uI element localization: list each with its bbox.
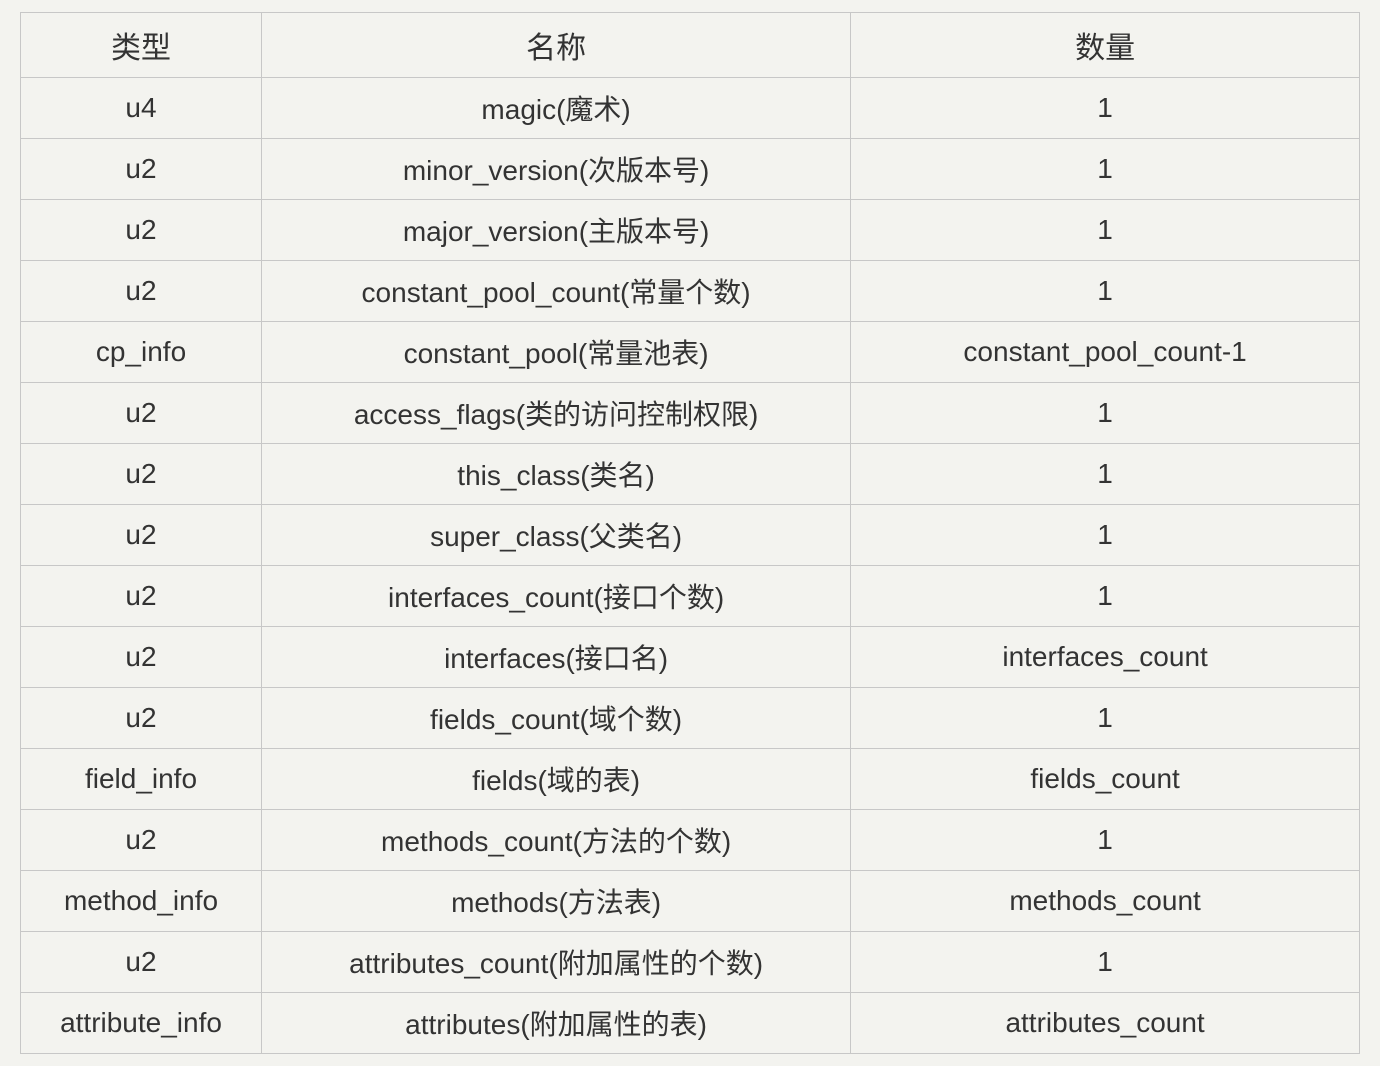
cell-count: methods_count [851, 871, 1360, 932]
table-row: u2 this_class(类名) 1 [21, 444, 1360, 505]
cell-count: 1 [851, 200, 1360, 261]
table-row: u2 minor_version(次版本号) 1 [21, 139, 1360, 200]
cell-count: attributes_count [851, 993, 1360, 1054]
cell-count: 1 [851, 505, 1360, 566]
table-row: u2 fields_count(域个数) 1 [21, 688, 1360, 749]
cell-count: 1 [851, 932, 1360, 993]
cell-name: minor_version(次版本号) [262, 139, 851, 200]
cell-type: field_info [21, 749, 262, 810]
cell-type: u2 [21, 383, 262, 444]
table-row: u2 access_flags(类的访问控制权限) 1 [21, 383, 1360, 444]
classfile-structure-table: 类型 名称 数量 u4 magic(魔术) 1 u2 minor_version… [20, 12, 1360, 1054]
cell-type: u2 [21, 566, 262, 627]
table-row: method_info methods(方法表) methods_count [21, 871, 1360, 932]
header-type: 类型 [21, 13, 262, 78]
table-row: u4 magic(魔术) 1 [21, 78, 1360, 139]
table-row: cp_info constant_pool(常量池表) constant_poo… [21, 322, 1360, 383]
cell-type: attribute_info [21, 993, 262, 1054]
cell-type: u2 [21, 627, 262, 688]
cell-type: u2 [21, 261, 262, 322]
cell-name: access_flags(类的访问控制权限) [262, 383, 851, 444]
header-count: 数量 [851, 13, 1360, 78]
cell-count: 1 [851, 810, 1360, 871]
cell-name: this_class(类名) [262, 444, 851, 505]
cell-type: u2 [21, 505, 262, 566]
cell-count: fields_count [851, 749, 1360, 810]
header-name: 名称 [262, 13, 851, 78]
cell-type: u2 [21, 200, 262, 261]
cell-name: major_version(主版本号) [262, 200, 851, 261]
cell-count: 1 [851, 78, 1360, 139]
cell-name: super_class(父类名) [262, 505, 851, 566]
cell-name: attributes_count(附加属性的个数) [262, 932, 851, 993]
table-row: u2 methods_count(方法的个数) 1 [21, 810, 1360, 871]
cell-name: interfaces_count(接口个数) [262, 566, 851, 627]
table-row: u2 super_class(父类名) 1 [21, 505, 1360, 566]
cell-count: 1 [851, 566, 1360, 627]
cell-type: u2 [21, 932, 262, 993]
table-row: u2 constant_pool_count(常量个数) 1 [21, 261, 1360, 322]
table-row: attribute_info attributes(附加属性的表) attrib… [21, 993, 1360, 1054]
cell-name: magic(魔术) [262, 78, 851, 139]
cell-name: attributes(附加属性的表) [262, 993, 851, 1054]
cell-count: 1 [851, 688, 1360, 749]
cell-name: interfaces(接口名) [262, 627, 851, 688]
cell-type: method_info [21, 871, 262, 932]
cell-type: u2 [21, 139, 262, 200]
cell-name: constant_pool(常量池表) [262, 322, 851, 383]
cell-count: interfaces_count [851, 627, 1360, 688]
cell-count: 1 [851, 139, 1360, 200]
cell-name: constant_pool_count(常量个数) [262, 261, 851, 322]
cell-name: methods(方法表) [262, 871, 851, 932]
table-row: u2 interfaces(接口名) interfaces_count [21, 627, 1360, 688]
cell-type: u2 [21, 810, 262, 871]
cell-name: fields(域的表) [262, 749, 851, 810]
table-row: u2 interfaces_count(接口个数) 1 [21, 566, 1360, 627]
table-row: field_info fields(域的表) fields_count [21, 749, 1360, 810]
cell-count: 1 [851, 261, 1360, 322]
table-row: u2 major_version(主版本号) 1 [21, 200, 1360, 261]
table-row: u2 attributes_count(附加属性的个数) 1 [21, 932, 1360, 993]
cell-name: methods_count(方法的个数) [262, 810, 851, 871]
cell-count: 1 [851, 444, 1360, 505]
table-body: u4 magic(魔术) 1 u2 minor_version(次版本号) 1 … [21, 78, 1360, 1054]
table-header-row: 类型 名称 数量 [21, 13, 1360, 78]
cell-type: u2 [21, 688, 262, 749]
cell-type: cp_info [21, 322, 262, 383]
cell-type: u4 [21, 78, 262, 139]
cell-count: 1 [851, 383, 1360, 444]
cell-count: constant_pool_count-1 [851, 322, 1360, 383]
cell-type: u2 [21, 444, 262, 505]
cell-name: fields_count(域个数) [262, 688, 851, 749]
